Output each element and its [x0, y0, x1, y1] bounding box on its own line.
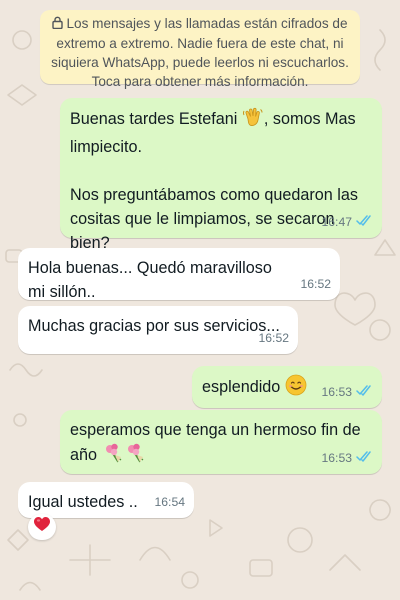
message-meta: 16:53: [322, 446, 374, 470]
smiling-face-emoji: [285, 374, 307, 403]
message-outgoing[interactable]: Buenas tardes Estefani , somos Mas limpi…: [60, 98, 382, 252]
message-time: 16:47: [321, 215, 353, 229]
double-check-icon: [356, 446, 373, 470]
double-check-icon: [356, 380, 373, 404]
message-time: 16:53: [321, 385, 353, 399]
message-meta: 16:52: [259, 326, 290, 350]
message-meta: 16:52: [301, 272, 332, 296]
message-time: 16:54: [154, 495, 186, 509]
message-time: 16:52: [300, 277, 332, 291]
double-check-icon: [356, 210, 373, 234]
bouquet-emoji: [124, 442, 146, 471]
waving-hand-emoji: [242, 106, 264, 135]
message-time: 16:52: [258, 331, 290, 345]
message-time: 16:53: [321, 451, 353, 465]
message-meta: 16:47: [322, 210, 374, 234]
message-reaction[interactable]: [28, 514, 56, 540]
message-meta: 16:53: [322, 380, 374, 404]
chat-conversation[interactable]: Los mensajes y las llamadas están cifrad…: [0, 0, 400, 600]
message-text: Muchas gracias por sus servicios...: [28, 317, 280, 335]
encryption-notice-text: Los mensajes y las llamadas están cifrad…: [51, 16, 349, 89]
message-meta: 16:54: [155, 490, 186, 514]
lock-icon: [52, 15, 64, 34]
bouquet-emoji: [102, 442, 124, 471]
message-incoming[interactable]: Hola buenas... Quedó maravilloso mi sill…: [18, 248, 340, 301]
message-incoming[interactable]: Muchas gracias por sus servicios... 16:5…: [18, 306, 298, 354]
message-text: Hola buenas... Quedó maravilloso mi sill…: [28, 259, 272, 301]
message-outgoing[interactable]: esplendido 16:53: [192, 366, 382, 408]
red-heart-icon: [34, 517, 50, 537]
message-outgoing[interactable]: esperamos que tenga un hermoso fin de añ…: [60, 410, 382, 474]
message-incoming[interactable]: Igual ustedes .. 16:54: [18, 482, 194, 518]
encryption-notice[interactable]: Los mensajes y las llamadas están cifrad…: [40, 10, 360, 89]
